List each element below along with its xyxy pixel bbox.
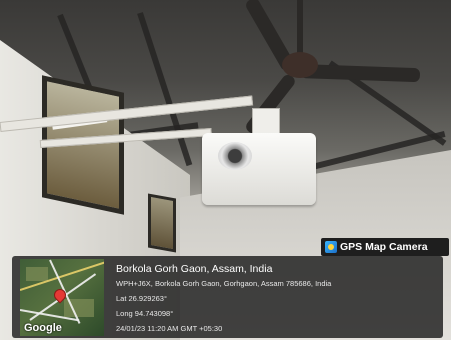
datetime: 24/01/23 11:20 AM GMT +05:30 [116, 324, 223, 333]
map-field [26, 267, 48, 281]
fan-rod [297, 0, 303, 55]
fan-hub [282, 52, 318, 78]
longitude: Long 94.743098° [116, 309, 174, 318]
projector-lens [218, 142, 252, 170]
map-attribution: Google [24, 322, 62, 334]
app-name: GPS Map Camera [340, 241, 428, 253]
window [148, 193, 176, 253]
location-title: Borkola Gorh Gaon, Assam, India [116, 263, 273, 275]
latitude: Lat 26.929263° [116, 294, 167, 303]
app-title-badge: GPS Map Camera [321, 238, 449, 256]
address: WPH+J6X, Borkola Gorh Gaon, Gorhgaon, As… [116, 279, 332, 288]
gps-map-camera-icon [325, 241, 337, 253]
photo-frame: GPS Map Camera Google Borkola Gorh Gaon,… [0, 0, 451, 340]
projector [202, 133, 316, 205]
